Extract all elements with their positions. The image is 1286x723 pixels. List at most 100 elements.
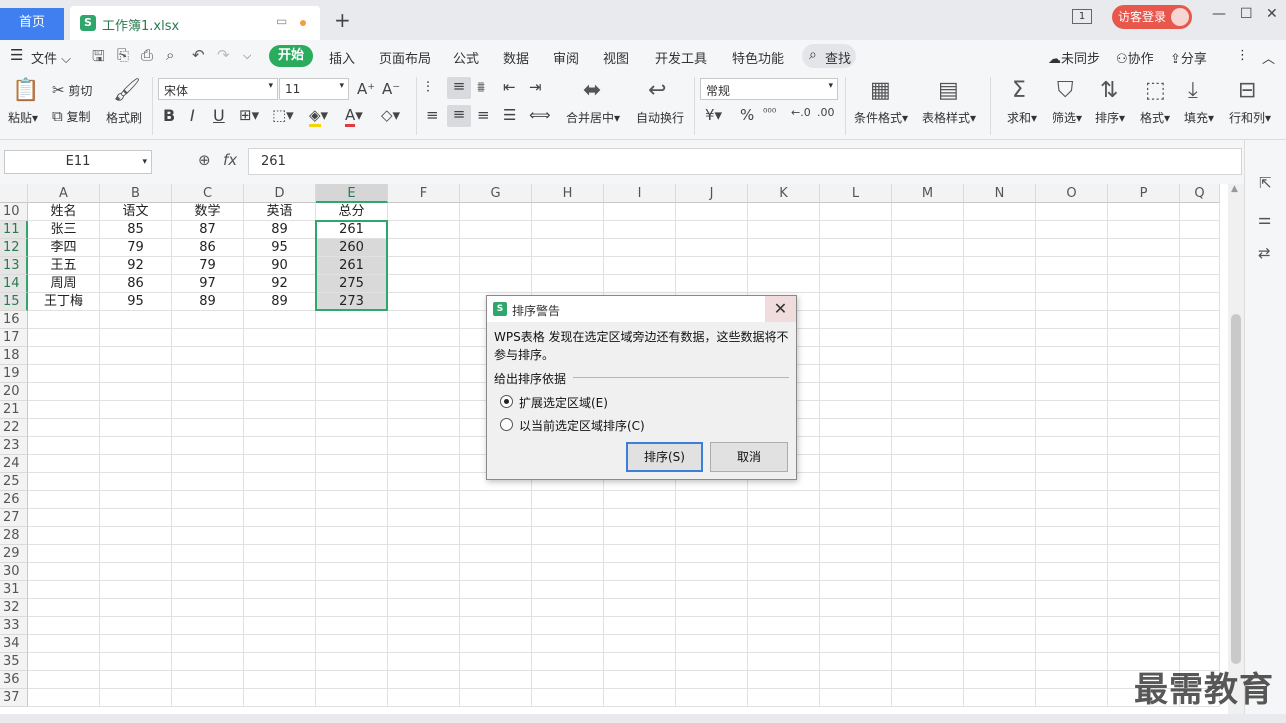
cell[interactable] — [892, 383, 964, 401]
cell[interactable] — [676, 635, 748, 653]
cell[interactable] — [316, 329, 388, 347]
zoom-icon[interactable]: ⊕ — [198, 151, 211, 169]
cell[interactable] — [964, 347, 1036, 365]
save-icon[interactable]: 🖫 — [92, 46, 105, 71]
cell[interactable] — [1036, 689, 1108, 707]
cell[interactable] — [604, 671, 676, 689]
increase-decimal-icon[interactable]: ←.0 — [791, 106, 811, 119]
cell[interactable] — [892, 329, 964, 347]
cell[interactable] — [100, 383, 172, 401]
cell[interactable] — [676, 491, 748, 509]
cursor-select-icon[interactable]: ⇱ — [1259, 174, 1272, 192]
cell[interactable] — [676, 653, 748, 671]
cell[interactable] — [820, 203, 892, 221]
cell[interactable] — [28, 455, 100, 473]
border-icon[interactable]: ⊞▾ — [239, 106, 259, 124]
sort-button[interactable]: 排序▾ — [1095, 109, 1125, 126]
transform-icon[interactable]: ⇄ — [1258, 244, 1271, 262]
export-icon[interactable]: ⎘ — [117, 46, 129, 64]
cancel-button[interactable]: 取消 — [710, 442, 788, 472]
cell[interactable] — [820, 635, 892, 653]
cell[interactable]: 79 — [172, 257, 244, 275]
cell[interactable] — [388, 599, 460, 617]
cell[interactable]: 261 — [316, 221, 388, 239]
cell[interactable] — [820, 527, 892, 545]
clear-format-icon[interactable]: ◇▾ — [381, 106, 400, 124]
cell[interactable] — [1108, 275, 1180, 293]
cell[interactable] — [964, 473, 1036, 491]
sum-button[interactable]: 求和▾ — [1007, 109, 1037, 126]
cell[interactable] — [676, 563, 748, 581]
cell[interactable]: 张三 — [28, 221, 100, 239]
cell[interactable] — [28, 437, 100, 455]
cell[interactable] — [1180, 617, 1220, 635]
cell[interactable] — [748, 581, 820, 599]
cell[interactable] — [604, 203, 676, 221]
formula-input[interactable]: 261 — [248, 148, 1242, 175]
cell[interactable] — [820, 257, 892, 275]
menu-tab-insert[interactable]: 插入 — [329, 48, 355, 67]
cell[interactable] — [244, 401, 316, 419]
cell[interactable] — [964, 365, 1036, 383]
cell[interactable]: 总分 — [316, 203, 388, 221]
cell[interactable] — [316, 347, 388, 365]
cell[interactable] — [532, 221, 604, 239]
cell[interactable] — [676, 203, 748, 221]
cell[interactable] — [964, 653, 1036, 671]
cell[interactable] — [172, 599, 244, 617]
cell[interactable] — [964, 329, 1036, 347]
cell[interactable] — [820, 653, 892, 671]
cell[interactable] — [100, 617, 172, 635]
cell[interactable] — [388, 491, 460, 509]
cell[interactable] — [388, 527, 460, 545]
cell[interactable] — [1036, 545, 1108, 563]
cell[interactable] — [1108, 221, 1180, 239]
cell[interactable] — [1180, 509, 1220, 527]
cell[interactable] — [28, 473, 100, 491]
wrap-text-button[interactable]: 自动换行 — [636, 109, 684, 126]
underline-icon[interactable]: U — [213, 106, 225, 125]
cell[interactable] — [28, 419, 100, 437]
cell[interactable] — [316, 563, 388, 581]
wrap-text-icon[interactable]: ↩ — [648, 78, 666, 103]
fill-button[interactable]: 填充▾ — [1184, 109, 1214, 126]
cell[interactable] — [28, 635, 100, 653]
row-header[interactable]: 27 — [0, 509, 28, 527]
cell[interactable] — [820, 689, 892, 707]
cell[interactable] — [820, 221, 892, 239]
cell[interactable] — [1036, 671, 1108, 689]
cell[interactable] — [100, 563, 172, 581]
cell[interactable] — [1036, 383, 1108, 401]
cell[interactable]: 85 — [100, 221, 172, 239]
cell[interactable] — [1180, 257, 1220, 275]
cell[interactable] — [1036, 581, 1108, 599]
font-name-select[interactable]: 宋体 ▾ — [158, 78, 278, 100]
cell[interactable] — [460, 563, 532, 581]
cell[interactable] — [28, 347, 100, 365]
cell[interactable] — [1036, 347, 1108, 365]
cell[interactable] — [532, 563, 604, 581]
new-tab-button[interactable]: + — [334, 8, 351, 32]
justify-icon[interactable]: ☰ — [503, 106, 516, 124]
cell[interactable] — [244, 545, 316, 563]
cell[interactable] — [604, 275, 676, 293]
row-header[interactable]: 37 — [0, 689, 28, 707]
cell[interactable] — [460, 671, 532, 689]
table-style-button[interactable]: 表格样式▾ — [922, 109, 976, 126]
cell[interactable] — [316, 365, 388, 383]
cell[interactable] — [892, 509, 964, 527]
cell[interactable] — [28, 689, 100, 707]
row-header[interactable]: 24 — [0, 455, 28, 473]
cell[interactable] — [1180, 239, 1220, 257]
cell[interactable] — [172, 473, 244, 491]
row-header[interactable]: 13 — [0, 257, 28, 275]
cell[interactable] — [28, 527, 100, 545]
cell[interactable]: 90 — [244, 257, 316, 275]
cell[interactable] — [460, 653, 532, 671]
cell[interactable] — [1108, 617, 1180, 635]
option-current-label[interactable]: 以当前选定区域排序(C) — [519, 417, 645, 434]
cell[interactable]: 87 — [172, 221, 244, 239]
row-header[interactable]: 34 — [0, 635, 28, 653]
fill-icon[interactable]: ⤓ — [1188, 78, 1198, 103]
cell[interactable] — [964, 311, 1036, 329]
